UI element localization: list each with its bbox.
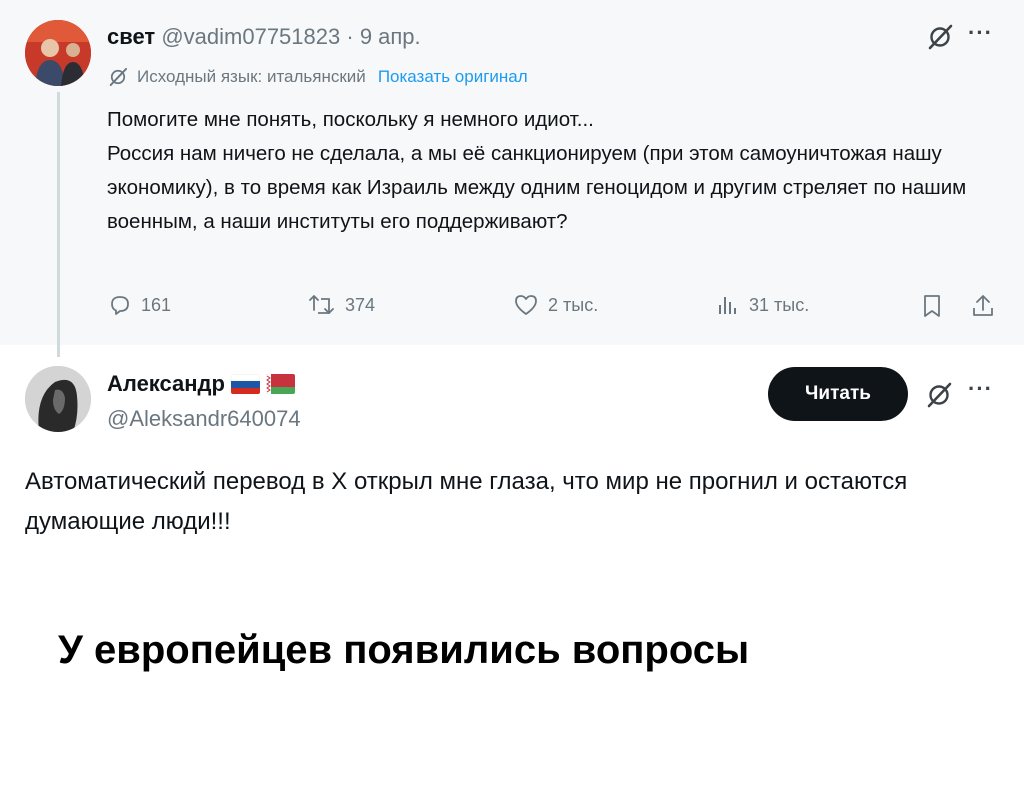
- share-button[interactable]: [970, 292, 996, 320]
- original-tweet[interactable]: свет @vadim07751823 · 9 апр. ··· Исходны…: [0, 0, 1024, 345]
- avatar[interactable]: [25, 366, 91, 432]
- reply-icon: [111, 296, 129, 315]
- translation-info: Исходный язык: итальянский Показать ориг…: [107, 66, 528, 88]
- tweet-actions: 161 374 2 тыс. 31 тыс.: [107, 292, 997, 328]
- retweet-icon: [309, 295, 334, 314]
- tweet-header: свет @vadim07751823 · 9 апр.: [107, 24, 421, 50]
- like-icon: [515, 295, 537, 315]
- reply-text: Автоматический перевод в X открыл мне гл…: [25, 468, 908, 535]
- share-icon: [973, 295, 993, 316]
- more-icon[interactable]: ···: [968, 376, 993, 402]
- author-name[interactable]: Александр: [107, 371, 225, 397]
- thread-line: [57, 92, 60, 357]
- tweet-text-line: Россия нам ничего не сделала, а мы её са…: [107, 142, 967, 233]
- reply-count: 161: [141, 294, 172, 315]
- avatar[interactable]: [25, 20, 91, 86]
- views-count: 31 тыс.: [749, 294, 810, 315]
- views-icon: [719, 297, 736, 314]
- meme-caption: У европейцев появились вопросы: [58, 628, 750, 672]
- tweet-text-line: Помогите мне понять, поскольку я немного…: [107, 108, 594, 131]
- translation-note: Исходный язык: итальянский: [137, 67, 366, 86]
- grok-icon: [109, 67, 128, 87]
- views-button[interactable]: 31 тыс.: [715, 292, 809, 318]
- tweet-text: Помогите мне понять, поскольку я немного…: [107, 103, 997, 239]
- tweet-date[interactable]: 9 апр.: [360, 24, 421, 49]
- belarus-flag-icon: [265, 374, 295, 394]
- author-name[interactable]: свет: [107, 24, 155, 49]
- separator: ·: [346, 24, 354, 49]
- author-handle[interactable]: @vadim07751823: [161, 24, 340, 49]
- retweet-button[interactable]: 374: [307, 292, 375, 318]
- bookmark-icon: [924, 295, 940, 317]
- retweet-count: 374: [345, 294, 376, 315]
- bookmark-button[interactable]: [919, 292, 945, 320]
- more-icon[interactable]: ···: [968, 20, 993, 46]
- show-original-link[interactable]: Показать оригинал: [378, 67, 528, 87]
- like-button[interactable]: 2 тыс.: [512, 292, 598, 318]
- russia-flag-icon: [230, 374, 260, 394]
- author-handle[interactable]: @Aleksandr640074: [107, 406, 301, 432]
- reply-author[interactable]: Александр: [107, 371, 295, 397]
- like-count: 2 тыс.: [548, 294, 599, 315]
- follow-button[interactable]: Читать: [768, 367, 908, 421]
- grok-icon[interactable]: [924, 380, 954, 410]
- grok-icon[interactable]: [925, 22, 955, 52]
- reply-button[interactable]: 161: [107, 292, 171, 318]
